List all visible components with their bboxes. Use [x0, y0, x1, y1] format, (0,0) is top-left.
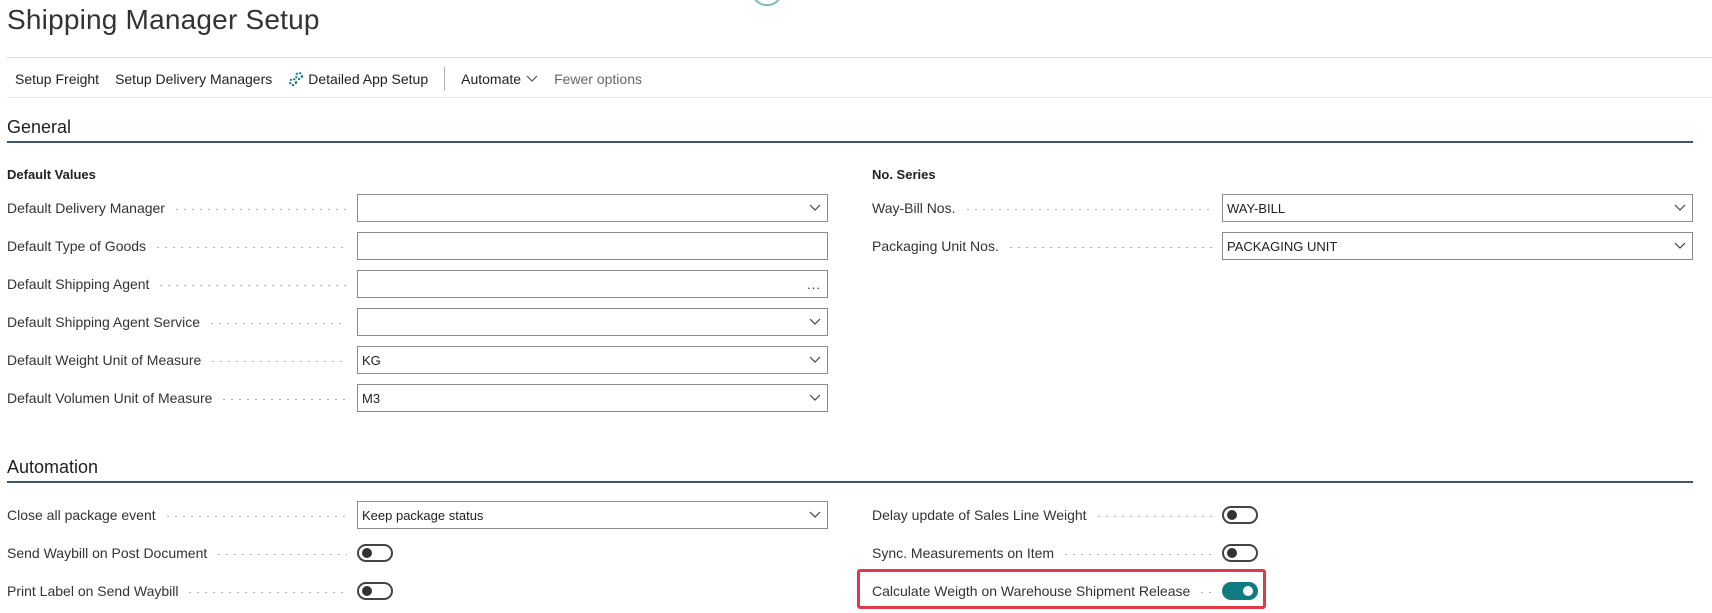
field-label: Default Shipping Agent — [7, 276, 150, 292]
general-section-title[interactable]: General — [7, 117, 71, 138]
field-label: Default Type of Goods — [7, 238, 147, 254]
automate-menu[interactable]: Automate — [453, 64, 546, 94]
field-value: M3 — [362, 390, 381, 406]
way-bill-nos-select[interactable]: WAY-BILL — [1222, 194, 1693, 222]
chevron-down-icon — [809, 394, 821, 402]
no-series-group-title: No. Series — [872, 167, 936, 182]
default-delivery-manager-row: Default Delivery Manager — [7, 193, 828, 223]
default-volume-uom-select[interactable]: M3 — [357, 384, 828, 412]
field-label: Default Weight Unit of Measure — [7, 352, 202, 368]
delay-update-sales-line-weight-row: Delay update of Sales Line Weight — [872, 500, 1258, 530]
packaging-unit-nos-row: Packaging Unit Nos. PACKAGING UNIT — [872, 231, 1693, 261]
field-label: Default Delivery Manager — [7, 200, 165, 216]
field-value: PACKAGING UNIT — [1227, 238, 1338, 254]
field-label: Calculate Weigth on Warehouse Shipment R… — [872, 583, 1191, 599]
automate-label: Automate — [461, 71, 522, 87]
default-shipping-agent-service-select[interactable] — [357, 308, 828, 336]
print-label-on-send-row: Print Label on Send Waybill — [7, 576, 393, 606]
action-bar: Setup Freight Setup Delivery Managers De… — [7, 64, 650, 94]
close-all-package-event-select[interactable]: Keep package status — [357, 501, 828, 529]
default-delivery-manager-select[interactable] — [357, 194, 828, 222]
page-title: Shipping Manager Setup — [7, 4, 320, 35]
detailed-app-setup-action[interactable]: Detailed App Setup — [280, 64, 436, 94]
setup-freight-label: Setup Freight — [15, 71, 100, 87]
default-shipping-agent-row: Default Shipping Agent ... — [7, 269, 828, 299]
automation-section-rule — [7, 481, 1693, 483]
field-label: Delay update of Sales Line Weight — [872, 507, 1087, 523]
default-values-group-title: Default Values — [7, 167, 96, 182]
field-label: Send Waybill on Post Document — [7, 545, 208, 561]
top-loading-indicator — [752, 0, 782, 6]
packaging-unit-nos-select[interactable]: PACKAGING UNIT — [1222, 232, 1693, 260]
default-shipping-agent-service-row: Default Shipping Agent Service — [7, 307, 828, 337]
send-waybill-on-post-row: Send Waybill on Post Document — [7, 538, 393, 568]
default-weight-uom-select[interactable]: KG — [357, 346, 828, 374]
default-shipping-agent-lookup[interactable]: ... — [357, 270, 828, 298]
field-value: WAY-BILL — [1227, 200, 1286, 216]
field-value: KG — [362, 352, 381, 368]
delay-update-sales-line-weight-toggle[interactable] — [1222, 506, 1258, 524]
chevron-down-icon — [1674, 242, 1686, 250]
field-label: Close all package event — [7, 507, 156, 523]
send-waybill-on-post-toggle[interactable] — [357, 544, 393, 562]
sync-measurements-on-item-row: Sync. Measurements on Item — [872, 538, 1258, 568]
chevron-down-icon — [809, 511, 821, 519]
print-label-on-send-toggle[interactable] — [357, 582, 393, 600]
setup-freight-action[interactable]: Setup Freight — [7, 64, 107, 94]
field-label: Print Label on Send Waybill — [7, 583, 179, 599]
assist-edit-button[interactable]: ... — [807, 277, 821, 292]
default-type-of-goods-row: Default Type of Goods — [7, 231, 828, 261]
automation-section-title[interactable]: Automation — [7, 457, 98, 478]
setup-delivery-managers-action[interactable]: Setup Delivery Managers — [107, 64, 280, 94]
field-label: Way-Bill Nos. — [872, 200, 956, 216]
chevron-down-icon — [1674, 204, 1686, 212]
sync-measurements-on-item-toggle[interactable] — [1222, 544, 1258, 562]
general-section-rule — [7, 141, 1693, 143]
detailed-app-setup-label: Detailed App Setup — [308, 71, 429, 87]
chevron-down-icon — [526, 75, 538, 83]
chevron-down-icon — [809, 356, 821, 364]
default-weight-uom-row: Default Weight Unit of Measure KG — [7, 345, 828, 375]
calculate-weight-on-shipment-release-row: Calculate Weigth on Warehouse Shipment R… — [872, 576, 1258, 606]
action-bar-divider — [7, 97, 1712, 98]
setup-delivery-managers-label: Setup Delivery Managers — [115, 71, 273, 87]
field-value: Keep package status — [362, 507, 484, 523]
chevron-down-icon — [809, 318, 821, 326]
default-type-of-goods-input[interactable] — [357, 232, 828, 260]
title-divider — [7, 57, 1712, 58]
calculate-weight-on-shipment-release-toggle[interactable] — [1222, 582, 1258, 600]
fewer-options-label: Fewer options — [554, 71, 642, 87]
setup-gears-icon — [288, 71, 304, 87]
field-label: Default Volumen Unit of Measure — [7, 390, 213, 406]
field-label: Sync. Measurements on Item — [872, 545, 1055, 561]
field-label: Default Shipping Agent Service — [7, 314, 201, 330]
default-volume-uom-row: Default Volumen Unit of Measure M3 — [7, 383, 828, 413]
fewer-options-action[interactable]: Fewer options — [546, 64, 650, 94]
close-all-package-event-row: Close all package event Keep package sta… — [7, 500, 828, 530]
chevron-down-icon — [809, 204, 821, 212]
field-label: Packaging Unit Nos. — [872, 238, 999, 254]
way-bill-nos-row: Way-Bill Nos. WAY-BILL — [872, 193, 1693, 223]
action-separator — [444, 67, 446, 91]
